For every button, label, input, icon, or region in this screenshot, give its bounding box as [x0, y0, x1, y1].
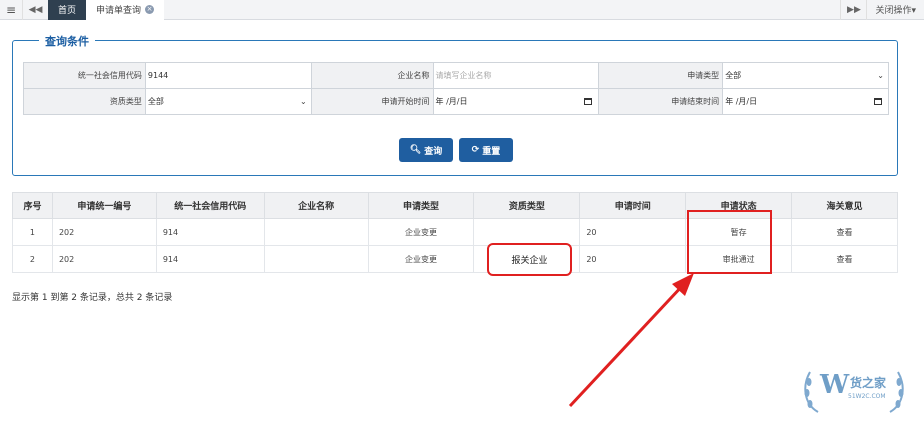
- watermark-brand: 货之家: [850, 376, 887, 390]
- arrow-shaft: [568, 282, 686, 408]
- watermark-url: 51W2C.COM: [848, 393, 886, 400]
- annotation-arrow: [568, 273, 694, 408]
- pagination-summary: 显示第 1 到第 2 条记录，总共 2 条记录: [12, 293, 173, 303]
- watermark-w-mark: W: [820, 370, 850, 400]
- watermark-logo: W 货之家 51W2C.COM: [798, 366, 910, 418]
